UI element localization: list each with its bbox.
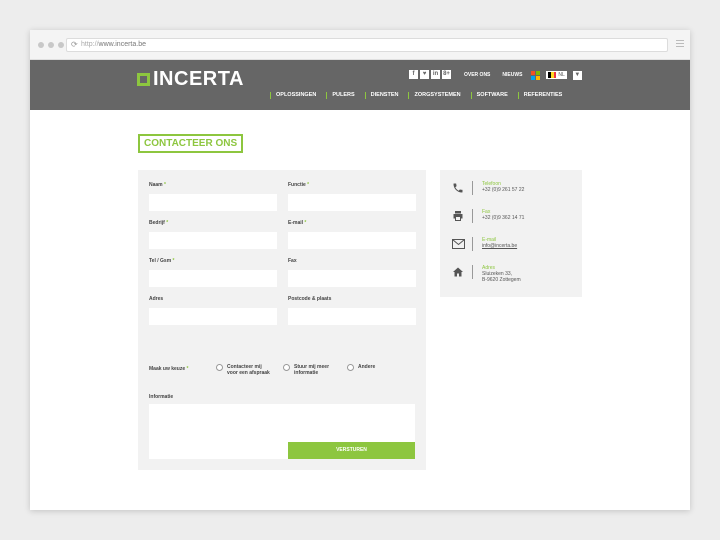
logo-text: INCERTA [153, 68, 244, 90]
naam-label: Naam * [149, 182, 166, 188]
contact-info-panel: Telefoon +32 (0)9 261 57 22 Fax +32 (0)9… [440, 170, 582, 297]
separator [472, 209, 473, 223]
language-selector[interactable]: NL [546, 71, 567, 79]
bedrijf-input[interactable] [149, 232, 277, 249]
bedrijf-field-group: Bedrijf * [149, 220, 277, 249]
top-navigation: OVER ONS NIEUWS NL ▼ [461, 70, 582, 80]
radio-circle[interactable] [216, 364, 223, 371]
postcode-input[interactable] [288, 308, 416, 325]
over-ons-link[interactable]: OVER ONS [461, 70, 494, 80]
social-links: f ♥ in 8+ [409, 70, 451, 79]
adres-input[interactable] [149, 308, 277, 325]
tel-label: Tel / Gsm * [149, 258, 175, 264]
separator [472, 265, 473, 279]
site-logo[interactable]: INCERTA [137, 68, 244, 91]
fax-icon [450, 209, 466, 223]
googleplus-icon[interactable]: 8+ [442, 70, 451, 79]
language-label: NL [558, 72, 565, 78]
fax-field-group: Fax [288, 258, 416, 287]
email-label: E-mail * [288, 220, 307, 226]
tel-input[interactable] [149, 270, 277, 287]
facebook-icon[interactable]: f [409, 70, 418, 79]
minimize-window-dot[interactable] [48, 42, 54, 48]
radio-afspraak[interactable]: Contacteer mij voor een afspraak [216, 364, 271, 376]
email-field-group: E-mail * [288, 220, 416, 249]
naam-input[interactable] [149, 194, 277, 211]
nav-oplossingen[interactable]: OPLOSSINGEN [270, 92, 321, 99]
functie-field-group: Functie * [288, 182, 416, 211]
logo-square-icon [137, 73, 150, 86]
postcode-field-group: Postcode & plaats [288, 296, 416, 325]
radio-circle[interactable] [283, 364, 290, 371]
telefoon-value[interactable]: +32 (0)9 261 57 22 [482, 187, 524, 193]
browser-toolbar: ⟳ http://www.incerta.be [30, 30, 690, 60]
address-bar[interactable]: ⟳ http://www.incerta.be [66, 38, 668, 52]
nieuws-link[interactable]: NIEUWS [499, 70, 526, 80]
radio-andere[interactable]: Andere [347, 364, 402, 371]
hamburger-menu-icon[interactable] [676, 40, 684, 49]
versturen-button[interactable]: VERSTUREN [288, 442, 415, 459]
mail-icon [450, 237, 466, 251]
bedrijf-label: Bedrijf * [149, 220, 169, 226]
radio-circle[interactable] [347, 364, 354, 371]
window-controls [38, 42, 64, 48]
contact-item-fax: Fax +32 (0)9 362 14 71 [450, 209, 524, 223]
page-title: CONTACTEER ONS [138, 134, 244, 153]
email-input[interactable] [288, 232, 416, 249]
home-icon [450, 265, 466, 279]
url-protocol: http:// [81, 41, 99, 48]
reload-icon[interactable]: ⟳ [71, 39, 78, 51]
informatie-label: Informatie [149, 394, 174, 400]
separator [472, 237, 473, 251]
radio-andere-label: Andere [358, 364, 376, 370]
telefoon-text: Telefoon +32 (0)9 261 57 22 [482, 181, 524, 193]
fax-input[interactable] [288, 270, 416, 287]
contact-form: Naam * Functie * Bedrijf * E-mail * Tel … [138, 170, 426, 470]
radio-afspraak-label: Contacteer mij voor een afspraak [227, 364, 270, 376]
separator [472, 181, 473, 195]
functie-label: Functie * [288, 182, 310, 188]
browser-window: ⟳ http://www.incerta.be INCERTA f ♥ in 8… [30, 30, 690, 510]
email-link[interactable]: info@incerta.be [482, 243, 517, 249]
linkedin-icon[interactable]: in [431, 70, 440, 79]
keuze-label: Maak uw keuze * [149, 366, 189, 372]
belgium-flag-icon [548, 72, 557, 78]
windows-icon[interactable] [531, 70, 541, 80]
fax-text: Fax +32 (0)9 362 14 71 [482, 209, 524, 221]
radio-informatie[interactable]: Stuur mij meer informatie [283, 364, 338, 376]
adres-text: Adres Sluizeken 33, B-9620 Zottegem [482, 265, 521, 283]
email-text: E-mail info@incerta.be [482, 237, 517, 249]
contact-item-adres: Adres Sluizeken 33, B-9620 Zottegem [450, 265, 521, 283]
contact-item-email: E-mail info@incerta.be [450, 237, 517, 251]
close-window-dot[interactable] [38, 42, 44, 48]
adres-label: Adres [149, 296, 164, 302]
chevron-down-icon[interactable]: ▼ [572, 70, 582, 80]
url-host: www.incerta.be [98, 41, 146, 48]
maximize-window-dot[interactable] [58, 42, 64, 48]
nav-zorgsystemen[interactable]: ZORGSYSTEMEN [408, 92, 465, 99]
main-navigation: OPLOSSINGEN PULERS DIENSTEN ZORGSYSTEMEN… [270, 92, 572, 99]
radio-informatie-label: Stuur mij meer informatie [294, 364, 330, 376]
phone-icon [450, 181, 466, 195]
naam-field-group: Naam * [149, 182, 277, 211]
twitter-icon[interactable]: ♥ [420, 70, 429, 79]
nav-diensten[interactable]: DIENSTEN [364, 92, 404, 99]
postcode-label: Postcode & plaats [288, 296, 332, 302]
functie-input[interactable] [288, 194, 416, 211]
nav-referenties[interactable]: REFERENTIES [517, 92, 568, 99]
tel-field-group: Tel / Gsm * [149, 258, 277, 287]
nav-software[interactable]: SOFTWARE [470, 92, 513, 99]
site-header: INCERTA f ♥ in 8+ OVER ONS NIEUWS NL ▼ O… [30, 60, 690, 110]
adres-line-2: B-9620 Zottegem [482, 277, 521, 283]
fax-label: Fax [288, 258, 297, 264]
adres-field-group: Adres [149, 296, 277, 325]
fax-value: +32 (0)9 362 14 71 [482, 215, 525, 221]
contact-item-telefoon: Telefoon +32 (0)9 261 57 22 [450, 181, 524, 195]
nav-pulers[interactable]: PULERS [326, 92, 359, 99]
